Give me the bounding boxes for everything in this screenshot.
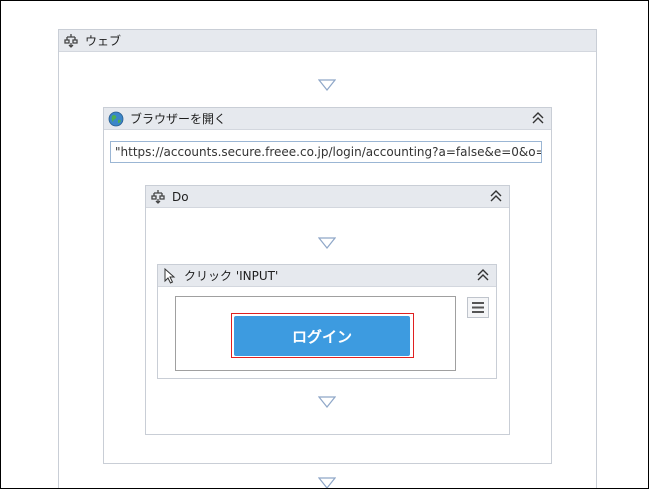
collapse-chevron-icon[interactable]: [489, 189, 503, 203]
web-sequence-title: ウェブ: [85, 34, 122, 48]
drop-target-arrow-icon[interactable]: [318, 237, 336, 249]
options-menu-button[interactable]: [467, 297, 489, 318]
drop-target-arrow-icon[interactable]: [318, 396, 336, 408]
login-button-preview: ログイン: [234, 316, 410, 356]
globe-icon: [108, 111, 124, 127]
click-activity-title: クリック 'INPUT': [184, 269, 279, 283]
sequence-icon: [150, 189, 166, 205]
hamburger-menu-icon: [472, 302, 484, 313]
drop-target-arrow-icon[interactable]: [318, 477, 336, 489]
open-browser-title: ブラウザーを開く: [130, 112, 227, 126]
collapse-chevron-icon[interactable]: [531, 111, 545, 125]
collapse-chevron-icon[interactable]: [476, 268, 490, 282]
open-browser-header[interactable]: ブラウザーを開く: [104, 108, 551, 130]
click-activity-header[interactable]: クリック 'INPUT': [158, 265, 496, 287]
url-input[interactable]: "https://accounts.secure.freee.co.jp/log…: [110, 141, 542, 163]
do-sequence-header[interactable]: Do: [146, 186, 509, 208]
web-sequence-header[interactable]: ウェブ: [59, 30, 596, 52]
drop-target-arrow-icon[interactable]: [318, 79, 336, 91]
target-screenshot-preview[interactable]: ログイン: [175, 296, 456, 371]
sequence-icon: [63, 33, 79, 49]
cursor-icon: [162, 267, 178, 284]
do-sequence-title: Do: [172, 189, 189, 204]
designer-canvas: ウェブ ブラウザーを開く "https://accounts.secure.fr…: [0, 0, 649, 489]
